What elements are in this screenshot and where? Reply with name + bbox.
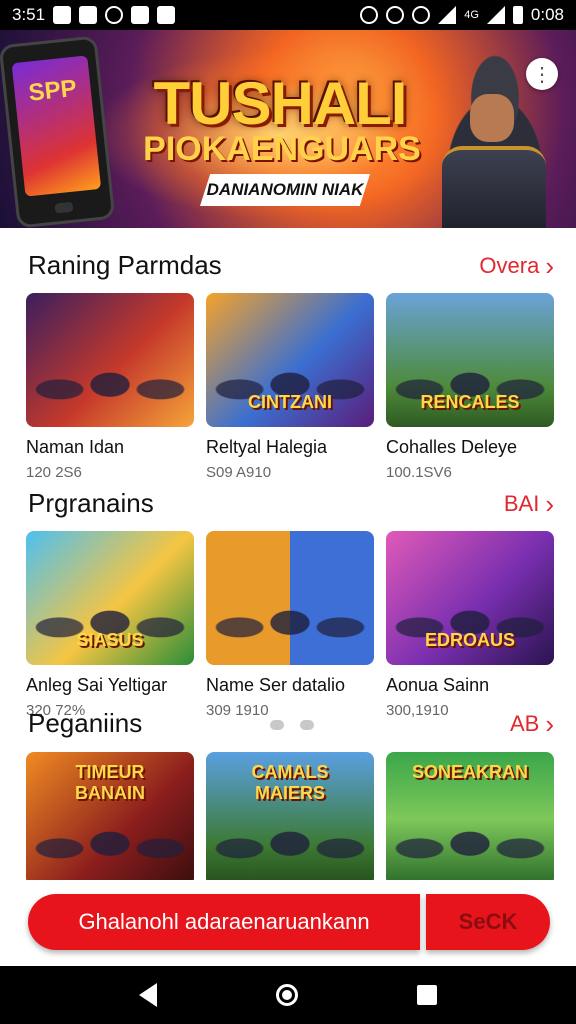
game-meta: S09 A910 <box>206 464 272 481</box>
hero-tagline: DANIANOMIN NIAK <box>200 174 370 206</box>
game-thumbnail <box>206 531 374 665</box>
primary-action-button[interactable]: Ghalanohl adaraenaruankann <box>28 894 420 950</box>
thumbnail-label: EDROAUS <box>424 630 515 650</box>
app-icon <box>157 6 176 24</box>
section-link-label: BAI <box>503 490 540 516</box>
warrior-armor <box>442 146 546 228</box>
status-time: 3:51 <box>12 5 46 24</box>
back-icon[interactable] <box>139 983 158 1007</box>
wifi-icon <box>438 6 457 24</box>
game-card[interactable]: Naman Idan 120 2S6 <box>26 293 194 481</box>
phone-home-button <box>54 201 74 214</box>
section-title: Peganiins <box>28 708 143 738</box>
home-icon[interactable] <box>275 984 298 1006</box>
battery-icon <box>512 6 523 24</box>
thumbnail-art <box>386 792 554 886</box>
hero-banner[interactable]: SPP TUSHALI PIOKAENGUARS DANIANOMIN NIAK… <box>0 30 576 228</box>
game-icon <box>105 6 124 24</box>
section-link-label: Overa <box>479 252 540 278</box>
game-card[interactable]: Name Ser datalio 309 1910 <box>206 531 374 719</box>
game-meta: 120 2S6 <box>26 464 82 481</box>
game-title: Name Ser datalio <box>206 675 346 695</box>
thumbnail-art <box>206 571 374 665</box>
section-see-all-link[interactable]: BAI › <box>504 491 554 517</box>
thumbnail-art <box>26 792 194 886</box>
video-icon <box>79 6 98 24</box>
hero-title: TUSHALI <box>153 70 408 137</box>
recents-icon[interactable] <box>416 985 437 1005</box>
thumbnail-art <box>206 792 374 886</box>
chevron-right-icon: › <box>545 708 554 739</box>
system-nav-bar <box>0 966 576 1024</box>
status-clock-right: 0:08 <box>530 5 564 24</box>
game-title: Reltyal Halegia <box>206 437 328 457</box>
hero-phone-image: SPP <box>0 35 116 228</box>
section-header-programs: Prgranains BAI › <box>28 488 554 519</box>
status-right: 4G 0:08 <box>360 5 564 25</box>
game-thumbnail: EDROAUS <box>386 531 554 665</box>
status-bar: 3:51 4G 0:08 <box>0 0 576 30</box>
section-title: Raning Parmdas <box>28 250 222 280</box>
thumbnail-label: CAMALS MAIERS <box>251 762 329 803</box>
bag-icon <box>131 6 150 24</box>
section-see-all-link[interactable]: AB › <box>510 711 554 737</box>
network-label: 4G <box>464 9 479 21</box>
signal-icon <box>486 6 505 24</box>
section-title: Prgranains <box>28 488 154 518</box>
game-meta: 100.1SV6 <box>386 464 452 481</box>
game-card[interactable]: CAMALS MAIERS <box>206 752 374 886</box>
game-card[interactable]: SIASUS Anleg Sai Yeltigar 320 72% <box>26 531 194 719</box>
game-card[interactable]: TIMEUR BANAIN <box>26 752 194 886</box>
section-link-label: AB <box>509 710 540 736</box>
game-thumbnail <box>26 293 194 427</box>
sync-icon <box>386 6 405 24</box>
section-header-pegains: Peganiins AB › <box>28 708 554 739</box>
game-row-2: SIASUS Anleg Sai Yeltigar 320 72% Name S… <box>26 531 554 719</box>
secondary-action-button[interactable]: SeCK <box>426 894 550 950</box>
game-thumbnail: SIASUS <box>26 531 194 665</box>
game-row-3: TIMEUR BANAIN CAMALS MAIERS SONEAKRAN <box>26 752 554 886</box>
phone-screen-text: SPP <box>11 55 102 197</box>
gallery-icon <box>53 6 72 24</box>
game-thumbnail: TIMEUR BANAIN <box>26 752 194 886</box>
thumbnail-art <box>26 333 194 427</box>
game-card[interactable]: RENCALES Cohalles Deleye 100.1SV6 <box>386 293 554 481</box>
game-thumbnail: RENCALES <box>386 293 554 427</box>
thumbnail-label: RENCALES <box>420 392 520 412</box>
thumbnail-label: SONEAKRAN <box>411 762 528 782</box>
more-options-icon[interactable]: ⋮ <box>526 58 558 90</box>
game-title: Cohalles Deleye <box>386 437 518 457</box>
game-thumbnail: CAMALS MAIERS <box>206 752 374 886</box>
game-card[interactable]: SONEAKRAN <box>386 752 554 886</box>
game-thumbnail: CINTZANI <box>206 293 374 427</box>
hotspot-icon <box>412 6 431 24</box>
game-card[interactable]: EDROAUS Aonua Sainn 300,1910 <box>386 531 554 719</box>
hero-subtitle: PIOKAENGUARS <box>143 130 421 168</box>
game-title: Anleg Sai Yeltigar <box>26 675 168 695</box>
section-header-ranking: Raning Parmdas Overa › <box>28 250 554 281</box>
warrior-face <box>470 94 514 142</box>
game-card[interactable]: CINTZANI Reltyal Halegia S09 A910 <box>206 293 374 481</box>
game-title: Aonua Sainn <box>386 675 490 695</box>
chevron-right-icon: › <box>545 250 554 281</box>
thumbnail-label: CINTZANI <box>248 392 332 412</box>
status-left: 3:51 <box>12 5 176 25</box>
game-row-1: Naman Idan 120 2S6 CINTZANI Reltyal Hale… <box>26 293 554 481</box>
alarm-icon <box>360 6 379 24</box>
game-title: Naman Idan <box>26 437 125 457</box>
thumbnail-label: SIASUS <box>76 630 144 650</box>
thumbnail-label: TIMEUR BANAIN <box>75 762 145 803</box>
chevron-right-icon: › <box>545 488 554 519</box>
game-thumbnail: SONEAKRAN <box>386 752 554 886</box>
section-see-all-link[interactable]: Overa › <box>479 253 554 279</box>
